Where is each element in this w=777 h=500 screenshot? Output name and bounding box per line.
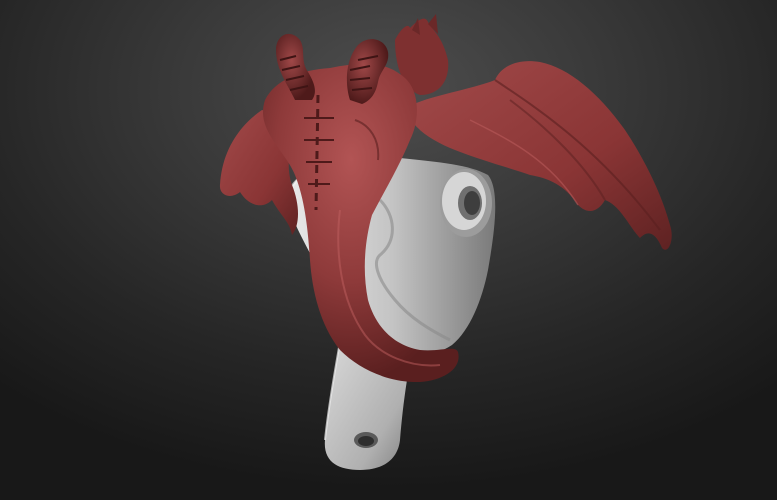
sculpt-render [219, 14, 672, 470]
bracket-socket [440, 169, 492, 237]
sculpt-viewport[interactable] [0, 0, 777, 500]
